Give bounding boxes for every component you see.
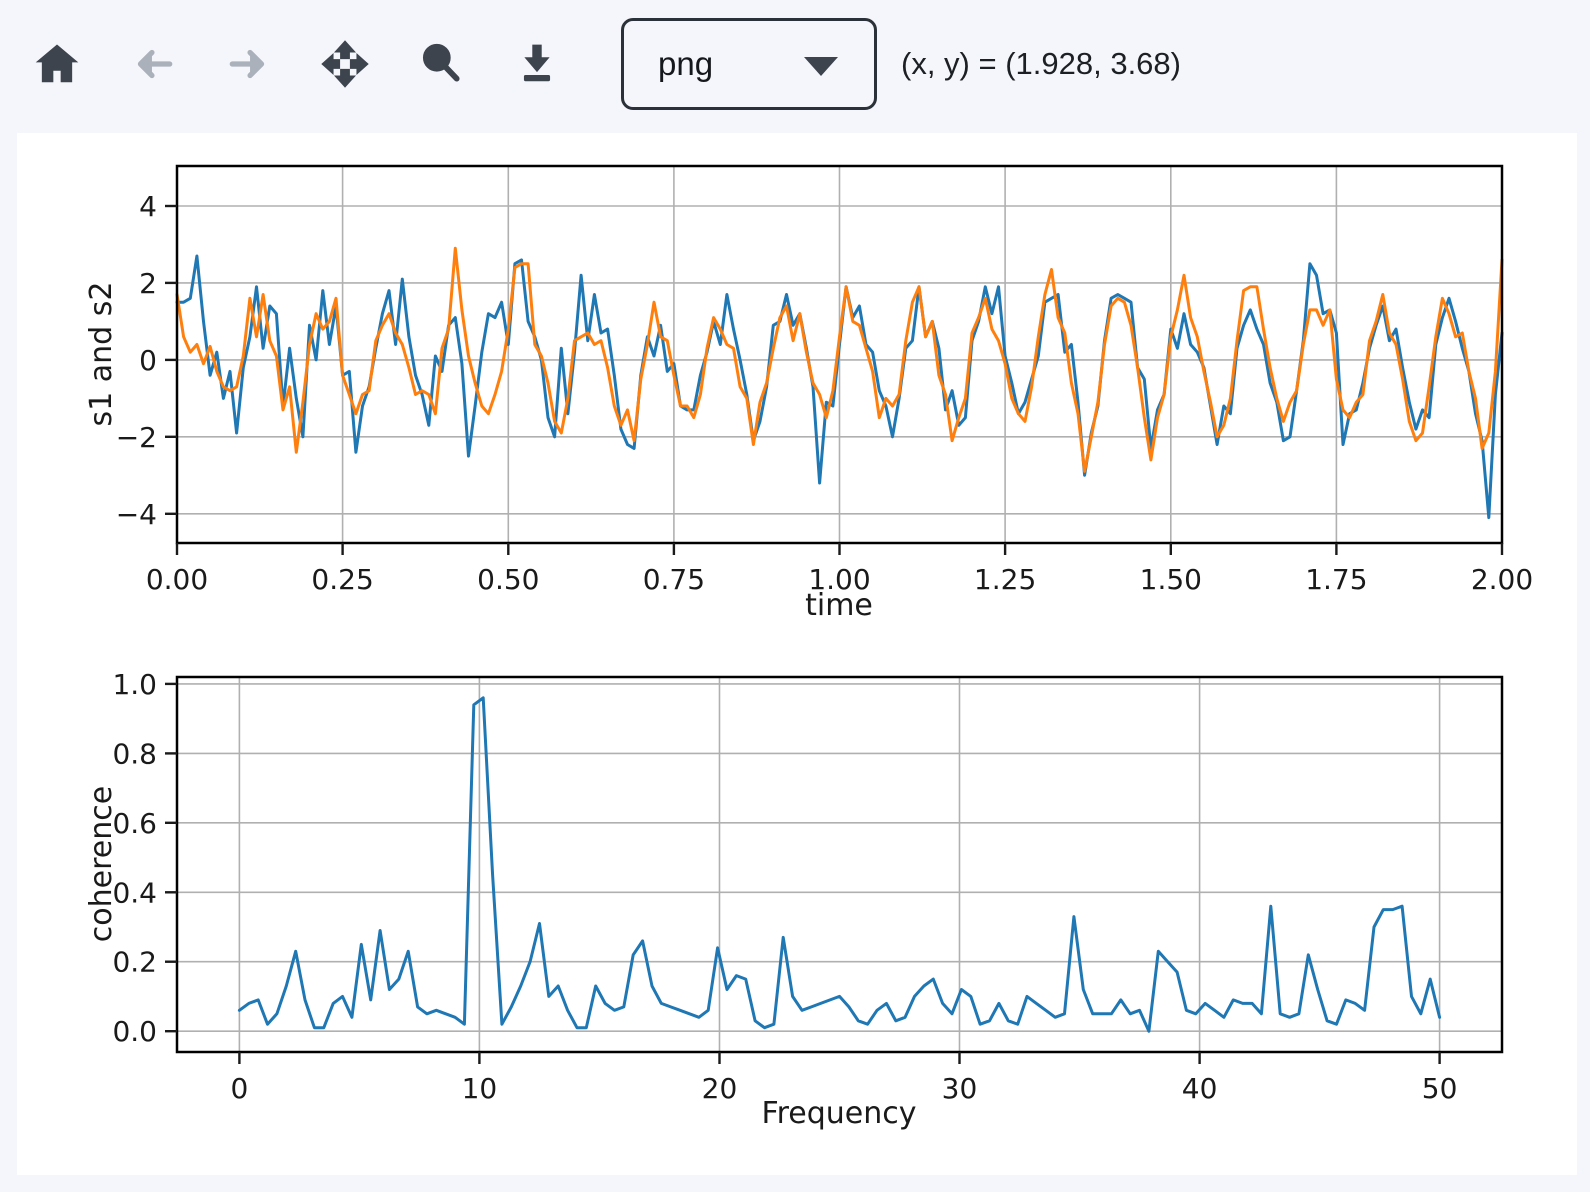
x-tick-label: 30 [942, 1072, 978, 1105]
y-tick-label: 0.6 [112, 807, 157, 840]
x-tick-label: 40 [1182, 1072, 1218, 1105]
y-tick-label: 0.4 [112, 876, 157, 909]
x-tick-label: 1.75 [1305, 563, 1367, 596]
y-tick-label: 2 [139, 267, 157, 300]
format-select-value: png [658, 45, 713, 83]
pan-button[interactable] [313, 16, 377, 112]
x-tick-label: 1.25 [974, 563, 1036, 596]
arrow-left-icon [130, 41, 176, 87]
figure-canvas[interactable]: 0.000.250.500.751.001.251.501.752.00−4−2… [17, 133, 1577, 1175]
home-icon [34, 41, 80, 87]
x-tick-label: 50 [1422, 1072, 1458, 1105]
y-tick-label: 0.0 [112, 1015, 157, 1048]
chevron-down-icon [804, 57, 838, 76]
home-button[interactable] [25, 16, 89, 112]
plot-lines [239, 698, 1439, 1031]
y-tick-label: 1.0 [112, 668, 157, 701]
tick-labels: 0 10 20 30 40 50 0.0 0.2 0.4 0.6 0.8 1.0 [112, 668, 1457, 1105]
x-axis-label-time: time [805, 588, 873, 623]
arrow-right-icon [226, 41, 272, 87]
coherence-line [239, 698, 1439, 1031]
y-axis-label-signals: s1 and s2 [84, 282, 119, 427]
y-tick-label: −2 [116, 421, 157, 454]
move-arrows-icon [321, 40, 369, 88]
x-tick-label: 2.00 [1471, 563, 1533, 596]
download-icon [514, 41, 560, 87]
charts-svg: 0.000.250.500.751.001.251.501.752.00−4−2… [17, 133, 1577, 1175]
x-tick-label: 10 [462, 1072, 498, 1105]
format-select[interactable]: png [621, 18, 877, 110]
matplotlib-toolbar: png (x, y) = (1.928, 3.68) [0, 0, 1590, 128]
axes-signals: 0.000.250.500.751.001.251.501.752.00−4−2… [84, 166, 1533, 623]
y-axis-label-coherence: coherence [84, 786, 119, 942]
x-tick-label: 0.50 [477, 563, 539, 596]
magnifier-plus-icon [418, 41, 464, 87]
back-button[interactable] [121, 16, 185, 112]
y-tick-label: 0 [139, 344, 157, 377]
y-tick-label: −4 [116, 498, 157, 531]
x-tick-label: 0.00 [146, 563, 208, 596]
x-tick-label: 20 [702, 1072, 738, 1105]
y-tick-label: 0.2 [112, 946, 157, 979]
x-tick-label: 0.25 [311, 563, 373, 596]
x-axis-label-frequency: Frequency [762, 1096, 917, 1131]
zoom-button[interactable] [409, 16, 473, 112]
forward-button[interactable] [217, 16, 281, 112]
axes-coherence: 010203040500.00.20.40.60.81.0 Frequency … [84, 668, 1502, 1131]
coordinate-readout: (x, y) = (1.928, 3.68) [901, 46, 1181, 82]
x-tick-label: 0 [230, 1072, 248, 1105]
y-tick-label: 4 [139, 190, 157, 223]
tick-labels: 0.000.250.500.751.001.251.501.752.00−4−2… [116, 190, 1533, 596]
x-tick-label: 1.50 [1140, 563, 1202, 596]
x-tick-label: 0.75 [643, 563, 705, 596]
y-tick-label: 0.8 [112, 737, 157, 770]
download-button[interactable] [505, 16, 569, 112]
